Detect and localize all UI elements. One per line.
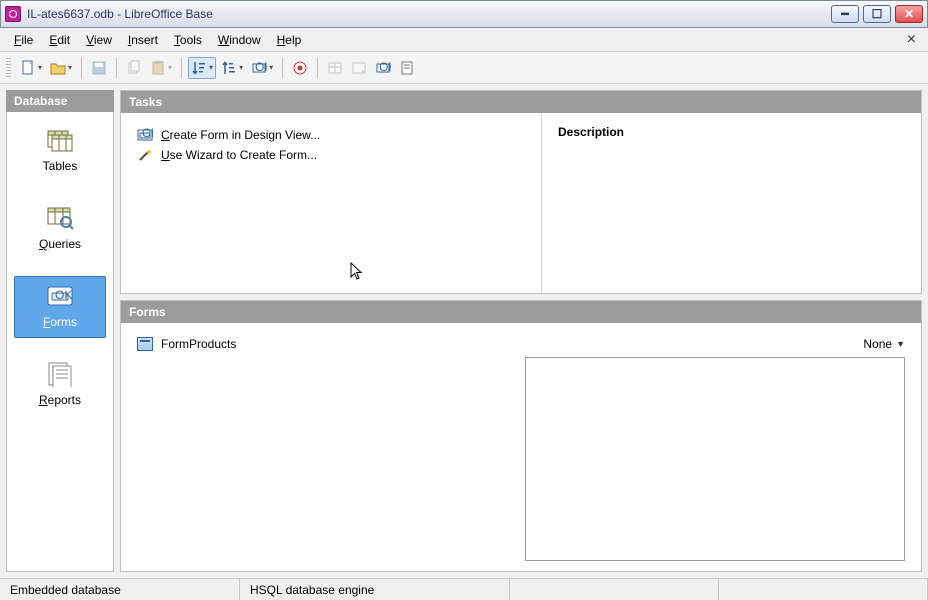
status-engine: HSQL database engine [240,579,510,600]
tasks-section: Tasks OK Create Form in Design View... U… [120,90,922,294]
tasks-header: Tasks [121,91,921,113]
sidebar-item-label: Queries [39,237,81,251]
svg-text:OK: OK [255,60,267,74]
new-report-button[interactable] [396,57,418,79]
window-title: IL-ates6637.odb - LibreOffice Base [27,7,827,21]
sort-asc-button[interactable] [188,57,216,79]
sidebar-item-label: Reports [39,393,81,407]
svg-text:OK: OK [142,127,153,140]
menu-bar: File Edit View Insert Tools Window Help … [0,28,928,52]
forms-list: FormProducts [137,337,515,561]
right-panel: Tasks OK Create Form in Design View... U… [120,90,922,572]
description-label: Description [558,125,905,139]
close-window-button[interactable]: ✕ [895,5,923,23]
toolbar-grip [6,58,11,78]
preview-mode-dropdown[interactable]: None ▼ [525,337,905,351]
new-table-button[interactable] [324,57,346,79]
preview-mode-label: None [863,337,892,351]
svg-text:OK: OK [379,60,391,74]
menu-edit[interactable]: Edit [41,31,78,49]
new-form-button[interactable]: OK [372,57,394,79]
task-label: Use Wizard to Create Form... [161,148,317,162]
open-button[interactable] [47,57,75,79]
sidebar-item-tables[interactable]: Tables [14,120,106,182]
sidebar-item-label: Tables [43,159,78,173]
sidebar-item-queries[interactable]: Queries [14,198,106,260]
status-empty-2 [719,579,928,600]
maximize-button[interactable]: ☐ [863,5,891,23]
preview-box [525,357,905,561]
menu-tools[interactable]: Tools [166,31,210,49]
minimize-button[interactable]: ━ [831,5,859,23]
toolbar: OK OK [0,52,928,84]
svg-text:OK: OK [55,288,72,302]
form-icon [137,337,153,351]
help-button[interactable] [289,57,311,79]
sidebar-item-forms[interactable]: OK Forms [14,276,106,338]
title-bar: IL-ates6637.odb - LibreOffice Base ━ ☐ ✕ [0,0,928,28]
menu-insert[interactable]: Insert [120,31,166,49]
paste-button[interactable] [147,57,175,79]
forms-header: Forms [121,301,921,323]
app-icon [5,6,21,22]
forms-section: Forms FormProducts None ▼ [120,300,922,572]
status-bar: Embedded database HSQL database engine [0,578,928,600]
database-panel-header: Database [6,90,114,112]
menu-help[interactable]: Help [269,31,310,49]
menu-view[interactable]: View [78,31,120,49]
save-button[interactable] [88,57,110,79]
form-item[interactable]: FormProducts [137,337,515,351]
menu-file[interactable]: File [6,31,41,49]
task-use-wizard[interactable]: Use Wizard to Create Form... [137,145,525,165]
chevron-down-icon: ▼ [896,339,905,349]
workspace: Database Tables Queries OK Forms Reports… [0,84,928,578]
task-create-form-design[interactable]: OK Create Form in Design View... [137,125,525,145]
tasks-list: OK Create Form in Design View... Use Wiz… [121,113,541,293]
form-item-label: FormProducts [161,337,236,351]
copy-button[interactable] [123,57,145,79]
new-button[interactable] [17,57,45,79]
sort-desc-button[interactable] [218,57,246,79]
status-embedded: Embedded database [0,579,240,600]
new-query-button[interactable] [348,57,370,79]
sidebar-item-reports[interactable]: Reports [14,354,106,416]
sidebar-item-label: Forms [43,315,77,329]
form-button[interactable]: OK [248,57,276,79]
database-panel: Database Tables Queries OK Forms Reports [6,90,114,572]
close-document-icon[interactable]: × [901,31,922,49]
menu-window[interactable]: Window [210,31,269,49]
task-label: Create Form in Design View... [161,128,320,142]
task-description-pane: Description [541,113,921,293]
status-empty-1 [510,579,719,600]
